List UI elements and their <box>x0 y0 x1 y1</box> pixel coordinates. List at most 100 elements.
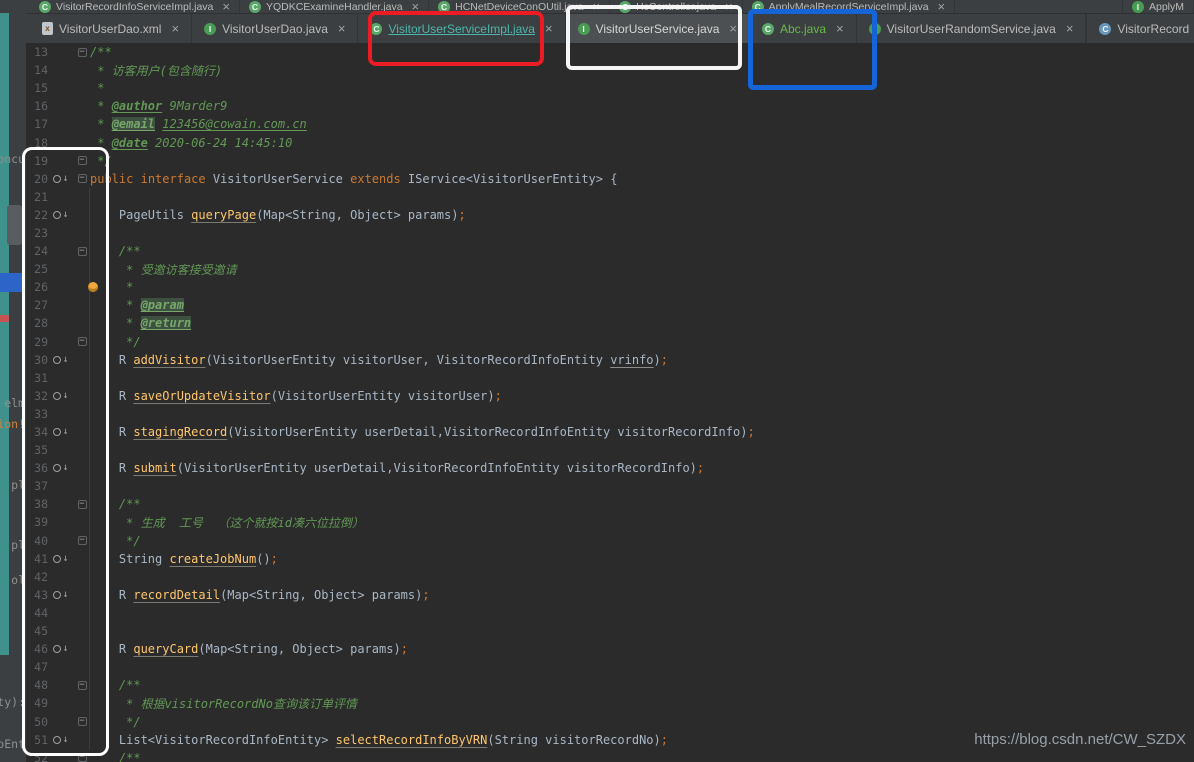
project-selected-item[interactable] <box>0 273 22 292</box>
impl-circle <box>53 355 62 364</box>
code-line-20[interactable]: 20 ↓ − public interface VisitorUserService … <box>26 170 1194 188</box>
fold-marker[interactable]: − <box>74 174 90 184</box>
implemented-method-icon[interactable]: ↓ <box>48 390 74 400</box>
code-line-17[interactable]: 17 * @email 123456@cowain.com.cn <box>26 115 1194 133</box>
code-line-35[interactable]: 35 <box>26 441 1194 459</box>
tab-label: VisitorRecordInfoServiceImpl.java <box>56 0 214 13</box>
code-line-37[interactable]: 37 <box>26 477 1194 495</box>
tab-VisitorRecord[interactable]: C VisitorRecord <box>1086 14 1194 43</box>
code-line-45[interactable]: 45 <box>26 622 1194 640</box>
code-line-47[interactable]: 47 <box>26 658 1194 676</box>
close-tab-icon[interactable]: × <box>1066 21 1074 36</box>
code-line-44[interactable]: 44 <box>26 604 1194 622</box>
code-line-33[interactable]: 33 <box>26 405 1194 423</box>
fold-marker[interactable]: − <box>74 753 90 762</box>
close-tab-icon[interactable]: × <box>938 0 946 13</box>
code-line-25[interactable]: 25 * 受邀访客接受邀请 <box>26 260 1194 278</box>
code-line-27[interactable]: 27 * @param <box>26 296 1194 314</box>
code-line-15[interactable]: 15 * <box>26 79 1194 97</box>
implemented-method-icon[interactable]: ↓ <box>48 589 74 599</box>
code-line-41[interactable]: 41 ↓ String createJobNum(); <box>26 550 1194 568</box>
tab-Abc-java[interactable]: C Abc.java × <box>750 14 857 43</box>
fold-marker[interactable]: − <box>74 337 90 347</box>
close-tab-icon[interactable]: × <box>222 0 230 13</box>
code-line-42[interactable]: 42 <box>26 568 1194 586</box>
code-line-46[interactable]: 46 ↓ R queryCard(Map<String, Object> para… <box>26 640 1194 658</box>
implemented-method-icon[interactable]: ↓ <box>48 209 74 219</box>
tab-VisitorUserServiceImpl-java[interactable]: C VisitorUserServiceImpl.java × <box>358 14 566 43</box>
tab-ApplyM[interactable]: I ApplyM <box>1121 0 1194 13</box>
token: (Map<String, Object> params) <box>256 207 459 222</box>
implemented-method-icon[interactable]: ↓ <box>48 553 74 563</box>
code-line-21[interactable]: 21 <box>26 188 1194 206</box>
fold-marker[interactable]: − <box>74 717 90 727</box>
code-line-13[interactable]: 13 −/** <box>26 43 1194 61</box>
fold-marker[interactable]: − <box>74 499 90 509</box>
fold-marker[interactable]: − <box>74 536 90 546</box>
code-line-26[interactable]: 26 * <box>26 278 1194 296</box>
tab-VisitorUserDao-xml[interactable]: x VisitorUserDao.xml × <box>30 14 193 43</box>
code-line-39[interactable]: 39 * 生成 工号 （这个就按id凑六位拉倒） <box>26 513 1194 531</box>
token: @author <box>111 99 163 114</box>
code-line-28[interactable]: 28 * @return <box>26 314 1194 332</box>
close-tab-icon[interactable]: × <box>338 21 346 36</box>
tab-VisitorRecordInfoServiceImpl-java[interactable]: C VisitorRecordInfoServiceImpl.java × <box>30 0 240 13</box>
token: /** <box>90 750 141 762</box>
code-line-49[interactable]: 49 * 根据visitorRecordNo查询该订单评情 <box>26 694 1194 712</box>
interface-file-icon: I <box>1131 0 1144 13</box>
fold-marker[interactable]: − <box>74 246 90 256</box>
code-line-22[interactable]: 22 ↓ PageUtils queryPage(Map<String, Obje… <box>26 206 1194 224</box>
fold-marker[interactable]: − <box>74 156 90 166</box>
tab-HCNetDeviceConOUtil-java[interactable]: C HCNetDeviceConOUtil.java × <box>429 0 611 13</box>
close-tab-icon[interactable]: × <box>725 0 733 13</box>
code-line-18[interactable]: 18 * @date 2020-06-24 14:45:10 <box>26 133 1194 151</box>
implemented-method-icon[interactable]: ↓ <box>48 354 74 364</box>
code-line-36[interactable]: 36 ↓ R submit(VisitorUserEntity userDetai… <box>26 459 1194 477</box>
code-line-19[interactable]: 19 − */ <box>26 152 1194 170</box>
line-number: 33 <box>34 406 48 421</box>
tab-VisitorUserRandomService-java[interactable]: I VisitorUserRandomService.java × <box>857 14 1087 43</box>
code-line-31[interactable]: 31 <box>26 369 1194 387</box>
project-scrollbar-thumb[interactable] <box>7 205 22 245</box>
code-line-48[interactable]: 48 − /** <box>26 676 1194 694</box>
token: * <box>90 81 105 96</box>
close-tab-icon[interactable]: × <box>412 0 420 13</box>
implemented-method-icon[interactable]: ↓ <box>48 644 74 654</box>
code-editor[interactable]: 13−/** 14 * 访客用户(包含随行) 15 * 16 * @author 9M… <box>26 43 1194 762</box>
code-line-50[interactable]: 50 − */ <box>26 712 1194 730</box>
code-line-23[interactable]: 23 <box>26 224 1194 242</box>
close-tab-icon[interactable]: × <box>593 0 601 13</box>
impl-circle <box>53 645 62 654</box>
close-tab-icon[interactable]: × <box>836 21 844 36</box>
code-line-52[interactable]: 52 − /** <box>26 749 1194 762</box>
token: R <box>90 388 134 403</box>
tab-VisitorUserService-java[interactable]: I VisitorUserService.java × <box>565 14 750 43</box>
close-tab-icon[interactable]: × <box>545 21 553 36</box>
close-tab-icon[interactable]: × <box>171 21 179 36</box>
code-line-43[interactable]: 43 ↓ R recordDetail(Map<String, Object> p… <box>26 586 1194 604</box>
tab-YQDKCExamineHandler-java[interactable]: C YQDKCExamineHandler.java × <box>240 0 430 13</box>
line-number: 42 <box>34 569 48 584</box>
code-line-30[interactable]: 30 ↓ R addVisitor(VisitorUserEntity visit… <box>26 351 1194 369</box>
code-line-16[interactable]: 16 * @author 9Marder9 <box>26 97 1194 115</box>
close-tab-icon[interactable]: × <box>729 21 737 36</box>
code-line-32[interactable]: 32 ↓ R saveOrUpdateVisitor(VisitorUserEnt… <box>26 387 1194 405</box>
blog-watermark: https://blog.csdn.net/CW_SZDX <box>974 731 1186 748</box>
intention-bulb-icon[interactable] <box>74 282 98 293</box>
tab-HcController-java[interactable]: C HcController.java × <box>610 0 743 13</box>
code-line-34[interactable]: 34 ↓ R stagingRecord(VisitorUserEntity us… <box>26 423 1194 441</box>
implemented-method-icon[interactable]: ↓ <box>48 463 74 473</box>
implemented-method-icon[interactable]: ↓ <box>48 173 74 183</box>
tab-VisitorUserDao-java[interactable]: I VisitorUserDao.java × <box>192 14 359 43</box>
code-line-38[interactable]: 38 − /** <box>26 495 1194 513</box>
fold-marker[interactable]: − <box>74 680 90 690</box>
code-line-14[interactable]: 14 * 访客用户(包含随行) <box>26 61 1194 79</box>
implemented-method-icon[interactable]: ↓ <box>48 427 74 437</box>
code-line-40[interactable]: 40 − */ <box>26 532 1194 550</box>
code-line-29[interactable]: 29 − */ <box>26 333 1194 351</box>
tab-ApplyMealRecordServiceImpl-java[interactable]: C ApplyMealRecordServiceImpl.java × <box>743 0 956 13</box>
line-number: 29 <box>34 334 48 349</box>
code-line-24[interactable]: 24 − /** <box>26 242 1194 260</box>
fold-marker[interactable]: − <box>74 47 90 57</box>
implemented-method-icon[interactable]: ↓ <box>48 734 74 744</box>
